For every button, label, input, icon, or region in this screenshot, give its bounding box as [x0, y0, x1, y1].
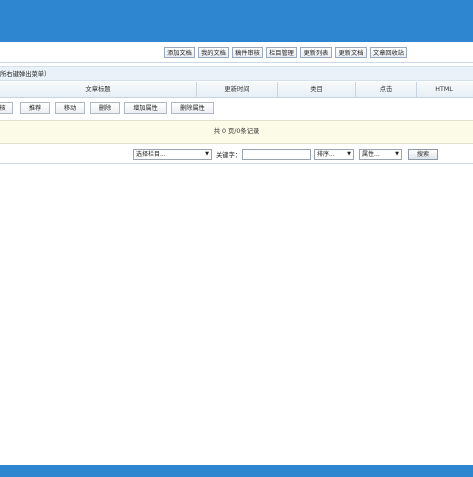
delete-button[interactable]: 删除 [90, 102, 120, 114]
keyword-input[interactable] [242, 149, 311, 160]
move-button[interactable]: 移动 [55, 102, 85, 114]
chevron-down-icon: ▼ [205, 151, 209, 157]
column-select-value: 选择栏目... [136, 151, 166, 158]
order-select-value: 排序... [317, 151, 335, 158]
chevron-down-icon: ▼ [395, 151, 399, 157]
attribute-select-value: 属性... [362, 151, 380, 158]
keyword-label: 关键字： [216, 152, 242, 159]
order-select[interactable]: 排序... ▼ [314, 149, 354, 160]
search-button[interactable]: 搜索 [408, 149, 438, 160]
column-select[interactable]: 选择栏目... ▼ [133, 149, 212, 160]
chevron-down-icon: ▼ [347, 151, 351, 157]
bottom-banner [0, 465, 473, 477]
batch-actions: 审核 推荐 移动 删除 增加属性 删除属性 [0, 101, 473, 116]
update-list-button[interactable]: 更新列表 [300, 47, 332, 58]
column-html[interactable]: HTML [417, 82, 471, 97]
column-management-button[interactable]: 栏目管理 [266, 47, 297, 58]
approve-button[interactable]: 审核 [0, 102, 13, 114]
search-bar: 选择栏目... ▼ 关键字： 排序... ▼ 属性... ▼ 搜索 [0, 147, 473, 164]
recycle-bin-button[interactable]: 文章回收站 [370, 47, 407, 58]
attribute-select[interactable]: 属性... ▼ [359, 149, 402, 160]
update-documents-button[interactable]: 更新文档 [335, 47, 367, 58]
column-updated[interactable]: 更新时间 [197, 82, 277, 97]
remove-attribute-button[interactable]: 删除属性 [171, 102, 214, 114]
review-submissions-button[interactable]: 稿件审核 [232, 47, 263, 58]
top-banner [0, 0, 473, 42]
column-clicks[interactable]: 点击 [356, 82, 416, 97]
my-documents-button[interactable]: 我的文档 [198, 47, 229, 58]
document-toolbar: 添加文档 我的文档 稿件审核 栏目管理 更新列表 更新文档 文章回收站 [0, 46, 473, 61]
hint-text: 所右键弹出菜单） [0, 71, 51, 78]
column-category[interactable]: 类目 [278, 82, 355, 97]
pagination-bar: 共 0 页/0条记录 [0, 120, 473, 144]
pagination-text: 共 0 页/0条记录 [213, 128, 260, 135]
hint-bar: 所右键弹出菜单） [0, 66, 473, 81]
recommend-button[interactable]: 推荐 [20, 102, 50, 114]
add-attribute-button[interactable]: 增加属性 [124, 102, 167, 114]
add-document-button[interactable]: 添加文档 [164, 47, 195, 58]
table-header: 文章标题 更新时间 类目 点击 HTML [0, 82, 473, 98]
column-title[interactable]: 文章标题 [0, 82, 196, 97]
toolbar-divider [0, 62, 473, 63]
